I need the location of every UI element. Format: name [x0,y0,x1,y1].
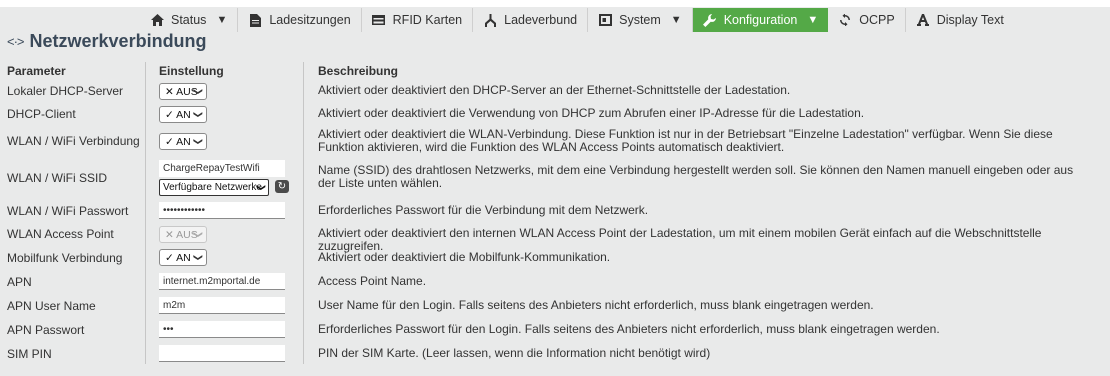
column-header-parameter: Parameter [7,64,66,78]
row-description: Aktiviert oder deaktiviert den DHCP-Serv… [318,83,791,97]
dhcp-server-select[interactable]: ✕ AUS ❯ [159,83,207,100]
main-nav: Status ▼ Ladesitzungen RFID Karten Ladev… [140,8,1014,32]
nav-item-status[interactable]: Status ▼ [140,8,239,32]
param-label: APN Passwort [7,323,85,337]
chevron-down-icon: ❯ [193,230,204,239]
nav-label: RFID Karten [392,13,463,27]
param-label: WLAN / WiFi SSID [7,171,108,185]
page-title-text: Netzwerkverbindung [29,30,207,51]
wrench-icon [703,13,717,27]
server-icon [598,13,612,27]
nav-item-konfiguration[interactable]: Konfiguration ▼ [692,8,829,32]
row-description: Erforderliches Passwort für den Login. F… [318,322,940,336]
chevron-down-icon: ▼ [670,14,682,26]
select-value: ✓ AN [165,108,191,121]
nav-label: Display Text [936,13,1004,27]
network-icon [483,13,497,27]
dhcp-client-select[interactable]: ✓ AN ❯ [159,106,207,123]
param-label: APN [7,275,32,289]
nav-item-display-text[interactable]: Display Text [906,8,1014,32]
chevron-down-icon: ❯ [193,253,204,262]
text-icon [916,13,930,27]
select-value: ✓ AN [165,135,191,148]
row-description: Access Point Name. [318,274,427,288]
row-description: Erforderliches Passwort für die Verbindu… [318,203,649,217]
row-description: Aktiviert oder deaktiviert die WLAN-Verb… [318,127,1053,154]
nav-label: Ladesitzungen [269,13,351,27]
select-value: Verfügbare Netzwerke [163,182,262,193]
apn-password-input[interactable]: ••• [159,321,285,338]
card-icon [372,13,386,27]
network-connection-icon: <·> [7,33,24,49]
document-icon [248,13,262,27]
available-networks-select[interactable]: Verfügbare Netzwerke ❯ [159,179,269,196]
row-description: User Name für den Login. Falls seitens d… [318,298,874,312]
param-label: SIM PIN [7,347,52,361]
row-description: Aktiviert oder deaktiviert die Mobilfunk… [318,250,611,264]
chevron-down-icon: ❯ [256,183,267,192]
refresh-networks-button[interactable]: ↻ [275,180,289,193]
wlan-access-point-select[interactable]: ✕ AUS ❯ [159,226,207,243]
chevron-down-icon: ▼ [807,14,819,26]
chevron-down-icon: ❯ [193,87,204,96]
column-header-einstellung: Einstellung [159,64,224,78]
nav-label: System [619,13,661,27]
nav-label: Status [171,13,207,27]
param-label: Lokaler DHCP-Server [7,84,124,98]
page-title: <·> Netzwerkverbindung [7,30,207,52]
apn-input[interactable]: internet.m2mportal.de [159,273,285,290]
chevron-down-icon: ▼ [216,14,228,26]
chevron-down-icon: ❯ [193,110,204,119]
param-label: Mobilfunk Verbindung [7,251,123,265]
column-divider [145,62,146,364]
nav-label: Konfiguration [723,13,798,27]
nav-label: Ladeverbund [504,13,578,27]
param-label: WLAN / WiFi Passwort [7,204,129,218]
mobile-connection-select[interactable]: ✓ AN ❯ [159,249,207,266]
select-value: ✓ AN [165,251,191,264]
nav-item-rfid-karten[interactable]: RFID Karten [362,8,474,32]
nav-item-system[interactable]: System ▼ [588,8,693,32]
home-icon [150,13,164,27]
nav-item-ocpp[interactable]: OCPP [828,8,906,32]
param-label: WLAN Access Point [7,227,114,241]
nav-item-ladesitzungen[interactable]: Ladesitzungen [238,8,362,32]
apn-user-name-input[interactable]: m2m [159,297,285,314]
chevron-down-icon: ❯ [193,137,204,146]
wlan-ssid-input[interactable]: ChargeRepayTestWifi [159,160,285,177]
sim-pin-input[interactable] [159,345,285,362]
param-label: APN User Name [7,299,96,313]
nav-label: OCPP [859,13,895,27]
row-description: Name (SSID) des drahtlosen Netzwerks, mi… [318,163,1074,190]
param-label: DHCP-Client [7,107,76,121]
sync-icon [838,13,852,27]
refresh-icon: ↻ [277,181,287,192]
wlan-password-input[interactable]: •••••••••••• [159,202,285,219]
wlan-connection-select[interactable]: ✓ AN ❯ [159,133,207,150]
row-description: Aktiviert oder deaktiviert die Verwendun… [318,106,865,120]
top-strip [0,0,1110,7]
nav-item-ladeverbund[interactable]: Ladeverbund [473,8,589,32]
column-header-beschreibung: Beschreibung [318,64,399,78]
param-label: WLAN / WiFi Verbindung [7,134,140,148]
column-divider [303,62,304,364]
row-description: PIN der SIM Karte. (Leer lassen, wenn di… [318,346,711,360]
